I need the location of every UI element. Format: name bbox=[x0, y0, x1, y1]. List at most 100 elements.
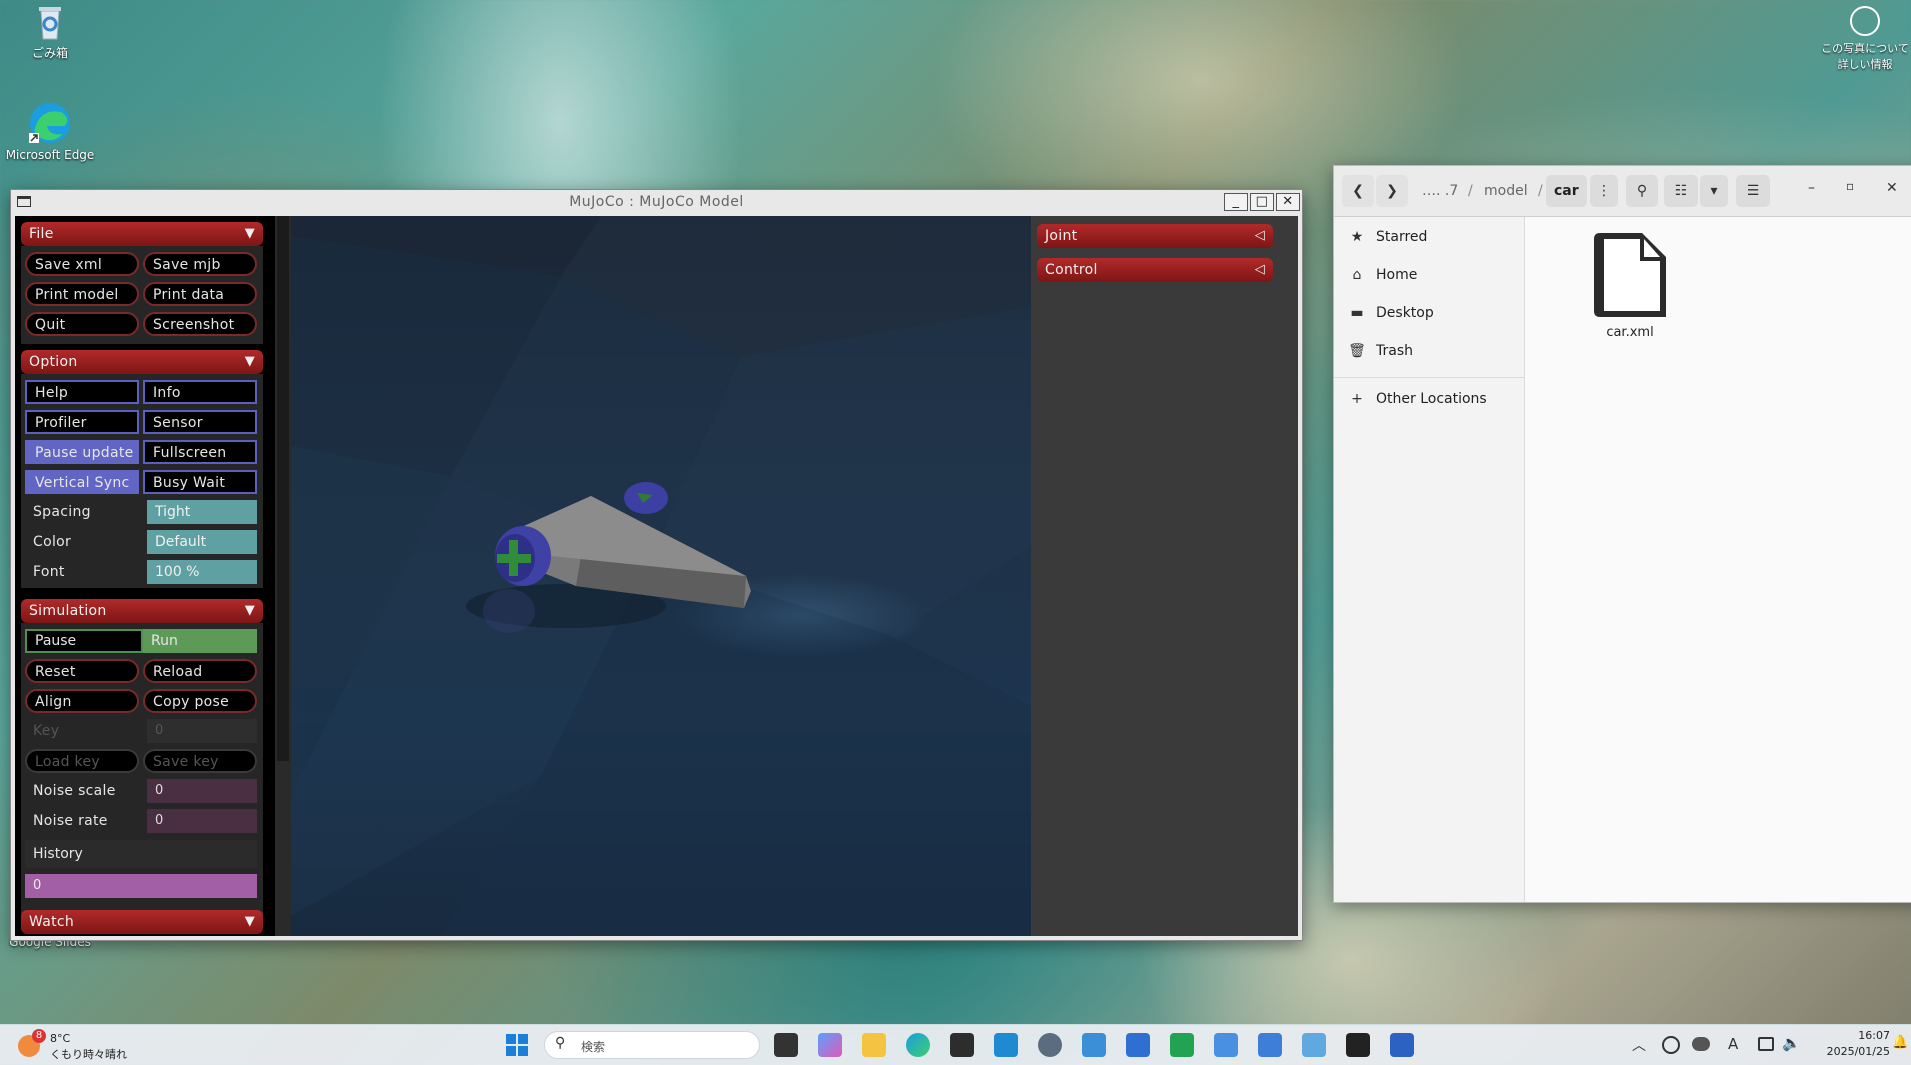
section-title: Control bbox=[1045, 262, 1098, 278]
spreadsheet-icon[interactable] bbox=[1170, 1033, 1194, 1057]
view-options-button[interactable]: ▾ bbox=[1700, 175, 1728, 207]
settings-icon[interactable] bbox=[1038, 1033, 1062, 1057]
mujoco-titlebar[interactable]: MuJoCo : MuJoCo Model _ □ ✕ bbox=[11, 190, 1302, 214]
file-explorer-icon[interactable] bbox=[862, 1033, 886, 1057]
save-key-button[interactable]: Save key bbox=[143, 749, 257, 773]
info-toggle[interactable]: Info bbox=[143, 380, 257, 404]
photo-info-widget[interactable]: この写真について 詳しい情報 bbox=[1820, 6, 1910, 72]
show-hidden-icons-chevron-up-icon[interactable]: ︿ bbox=[1632, 1035, 1646, 1055]
desktop-icon-label: Microsoft Edge bbox=[5, 148, 95, 162]
window-menu-icon[interactable] bbox=[17, 196, 31, 207]
breadcrumb-parent[interactable]: …. .7 bbox=[1414, 175, 1466, 207]
breadcrumb-model[interactable]: model bbox=[1476, 175, 1536, 207]
sidebar-item-desktop[interactable]: ▬ Desktop bbox=[1334, 295, 1524, 331]
sensor-toggle[interactable]: Sensor bbox=[143, 410, 257, 434]
save-mjb-button[interactable]: Save mjb bbox=[143, 252, 257, 276]
screenshot-button[interactable]: Screenshot bbox=[143, 312, 257, 336]
plus-icon: + bbox=[1351, 391, 1363, 407]
fullscreen-toggle[interactable]: Fullscreen bbox=[143, 440, 257, 464]
scrollbar-thumb[interactable] bbox=[277, 216, 289, 761]
maximize-button[interactable]: □ bbox=[1250, 193, 1274, 211]
active-app-icon[interactable] bbox=[1390, 1033, 1414, 1057]
weather-widget[interactable]: 8 8°C くもり時々晴れ bbox=[18, 1029, 138, 1061]
pause-radio[interactable]: Pause bbox=[25, 629, 143, 653]
noise-scale-field[interactable]: 0 bbox=[147, 779, 257, 803]
desktop-icon-edge[interactable]: Microsoft Edge bbox=[0, 100, 100, 162]
sidebar-item-label: Trash bbox=[1376, 343, 1413, 359]
reset-button[interactable]: Reset bbox=[25, 659, 139, 683]
edge-icon[interactable] bbox=[906, 1033, 930, 1057]
option-section-header[interactable]: Option ▼ bbox=[21, 350, 263, 374]
help-toggle[interactable]: Help bbox=[25, 380, 139, 404]
breadcrumb-current[interactable]: car bbox=[1546, 175, 1587, 207]
noise-rate-field[interactable]: 0 bbox=[147, 809, 257, 833]
control-section-header[interactable]: Control ◁ bbox=[1037, 258, 1273, 282]
weather-badge: 8 bbox=[32, 1029, 46, 1043]
vscode-icon[interactable] bbox=[994, 1033, 1018, 1057]
store-icon[interactable] bbox=[1126, 1033, 1150, 1057]
forward-button[interactable]: ❯ bbox=[1376, 175, 1408, 207]
save-xml-button[interactable]: Save xml bbox=[25, 252, 139, 276]
vertical-sync-toggle[interactable]: Vertical Sync bbox=[25, 470, 139, 494]
watch-section-header[interactable]: Watch ▼ bbox=[21, 910, 263, 934]
color-select[interactable]: Default bbox=[147, 530, 257, 554]
minimize-button[interactable]: _ bbox=[1224, 193, 1248, 211]
simulation-section-header[interactable]: Simulation ▼ bbox=[21, 599, 263, 623]
key-slider[interactable]: 0 bbox=[147, 719, 257, 743]
network-icon[interactable] bbox=[1758, 1037, 1774, 1051]
task-view-icon[interactable] bbox=[774, 1033, 798, 1057]
document-icon bbox=[1594, 233, 1666, 317]
quit-button[interactable]: Quit bbox=[25, 312, 139, 336]
onedrive-cloud-icon[interactable] bbox=[1692, 1037, 1710, 1051]
file-manager-headerbar[interactable]: ❮ ❯ …. .7 / model / car ⋮ ⚲ ☷ ▾ ☰ – ▫ ✕ bbox=[1334, 166, 1911, 217]
sync-icon[interactable] bbox=[1662, 1036, 1680, 1054]
path-menu-button[interactable]: ⋮ bbox=[1590, 175, 1618, 207]
joint-section-header[interactable]: Joint ◁ bbox=[1037, 224, 1273, 248]
photos-icon[interactable] bbox=[1302, 1033, 1326, 1057]
pause-update-toggle[interactable]: Pause update bbox=[25, 440, 139, 464]
remote-desktop-icon[interactable] bbox=[1082, 1033, 1106, 1057]
print-data-button[interactable]: Print data bbox=[143, 282, 257, 306]
minimize-button[interactable]: – bbox=[1808, 180, 1815, 196]
notification-bell-icon[interactable]: 🔔 bbox=[1892, 1035, 1908, 1050]
snipping-tool-icon[interactable] bbox=[1214, 1033, 1238, 1057]
volume-icon[interactable]: 🔈 bbox=[1782, 1034, 1801, 1052]
busy-wait-toggle[interactable]: Busy Wait bbox=[143, 470, 257, 494]
taskbar-search[interactable]: ⚲ 検索 bbox=[544, 1031, 760, 1059]
main-menu-button[interactable]: ☰ bbox=[1736, 175, 1770, 207]
ime-indicator[interactable]: A bbox=[1728, 1035, 1738, 1053]
clock[interactable]: 16:07 2025/01/25 bbox=[1808, 1028, 1890, 1060]
view-list-button[interactable]: ☷ bbox=[1664, 175, 1698, 207]
font-select[interactable]: 100 % bbox=[147, 560, 257, 584]
left-panel-scrollbar[interactable] bbox=[275, 216, 291, 936]
back-button[interactable]: ❮ bbox=[1342, 175, 1374, 207]
sidebar-item-other-locations[interactable]: + Other Locations bbox=[1334, 381, 1524, 417]
copy-pose-button[interactable]: Copy pose bbox=[143, 689, 257, 713]
search-button[interactable]: ⚲ bbox=[1626, 175, 1658, 207]
file-section-header[interactable]: File ▼ bbox=[21, 222, 263, 246]
recycle-bin-icon bbox=[30, 2, 70, 42]
sidebar-item-trash[interactable]: 🗑 Trash bbox=[1334, 333, 1524, 369]
weather-desc: くもり時々晴れ bbox=[50, 1048, 127, 1061]
file-item[interactable]: car.xml bbox=[1585, 233, 1675, 340]
maximize-button[interactable]: ▫ bbox=[1846, 179, 1854, 193]
load-key-button[interactable]: Load key bbox=[25, 749, 139, 773]
close-button[interactable]: ✕ bbox=[1886, 180, 1898, 196]
run-radio[interactable]: Run bbox=[143, 629, 257, 653]
profiler-toggle[interactable]: Profiler bbox=[25, 410, 139, 434]
start-button[interactable] bbox=[506, 1034, 528, 1056]
3d-viewport[interactable] bbox=[291, 216, 1031, 936]
sidebar-item-home[interactable]: ⌂ Home bbox=[1334, 257, 1524, 293]
align-button[interactable]: Align bbox=[25, 689, 139, 713]
print-model-button[interactable]: Print model bbox=[25, 282, 139, 306]
reload-button[interactable]: Reload bbox=[143, 659, 257, 683]
spacing-select[interactable]: Tight bbox=[147, 500, 257, 524]
linux-penguin-icon[interactable] bbox=[1346, 1033, 1370, 1057]
history-slider[interactable]: 0 bbox=[25, 874, 257, 898]
close-button[interactable]: ✕ bbox=[1276, 193, 1300, 211]
notepad-icon[interactable] bbox=[1258, 1033, 1282, 1057]
desktop-icon-recycle-bin[interactable]: ごみ箱 bbox=[0, 2, 100, 61]
sidebar-item-starred[interactable]: ★ Starred bbox=[1334, 219, 1524, 255]
terminal-icon[interactable] bbox=[950, 1033, 974, 1057]
copilot-icon[interactable] bbox=[818, 1033, 842, 1057]
